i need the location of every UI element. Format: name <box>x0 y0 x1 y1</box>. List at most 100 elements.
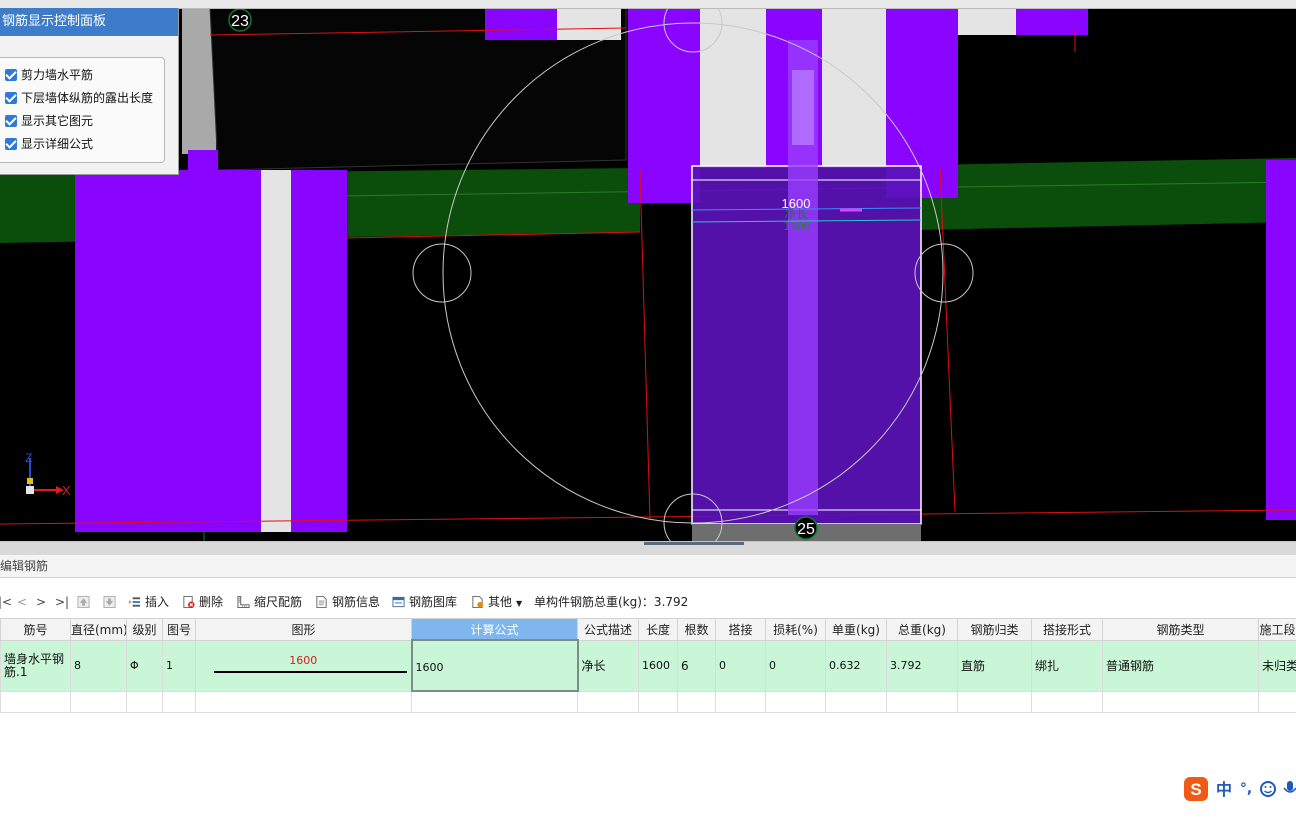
delete-icon <box>183 595 195 609</box>
cell-total-weight[interactable]: 3.792 <box>886 639 958 692</box>
shape-dimension[interactable]: 1600 <box>197 654 411 667</box>
sogou-ime-icon[interactable]: S 中 °, <box>1182 776 1296 802</box>
cell-count[interactable]: 6 <box>677 639 716 692</box>
rebar-library-button[interactable]: 钢筋图库 <box>392 590 457 614</box>
rebar-display-control-panel: 钢筋显示控制面板 剪力墙水平筋 下层墙体纵筋的露出长度 显示其它图元 显示详细公… <box>0 8 179 175</box>
cell-figure-no[interactable]: 1 <box>162 639 196 692</box>
col-bar-name[interactable]: 筋号 <box>0 618 71 641</box>
col-diameter[interactable]: 直径(mm) <box>70 618 127 641</box>
chevron-down-icon: ▼ <box>516 599 523 608</box>
nav-last-button[interactable]: >| <box>55 590 69 614</box>
wall-center-grey2 <box>822 8 886 168</box>
checkbox-checked[interactable] <box>5 115 17 127</box>
col-lap[interactable]: 搭接 <box>715 618 766 641</box>
rotation-handle-left <box>412 243 472 303</box>
option-shear-wall-horizontal[interactable]: 剪力墙水平筋 <box>5 66 93 84</box>
col-loss[interactable]: 损耗(%) <box>765 618 826 641</box>
splitter-grip[interactable] <box>644 542 744 545</box>
col-category[interactable]: 钢筋归类 <box>957 618 1032 641</box>
delete-button[interactable]: 删除 <box>182 590 223 614</box>
wall-center-grey1 <box>700 8 766 168</box>
cell-stage[interactable]: 未归类 <box>1258 639 1296 692</box>
svg-text:S: S <box>1190 780 1201 799</box>
other-icon <box>472 595 484 609</box>
ime-toolbar[interactable]: S 中 °, <box>1182 776 1296 802</box>
cell-lap[interactable]: 0 <box>715 639 766 692</box>
col-total-weight[interactable]: 总重(kg) <box>886 618 958 641</box>
move-up-icon <box>77 595 90 609</box>
edit-rebar-title: 编辑钢筋 <box>0 555 1296 578</box>
rebar-table: 筋号 直径(mm) 级别 图号 图形 计算公式 公式描述 长度 根数 搭接 损耗… <box>0 618 1296 713</box>
col-length[interactable]: 长度 <box>638 618 678 641</box>
cell-bar-name[interactable]: 墙身水平钢筋.1 <box>0 639 71 692</box>
move-up-button[interactable] <box>77 590 94 614</box>
ruler-rebar-button[interactable]: 缩尺配筋 <box>237 590 302 614</box>
cell-formula[interactable]: 1600 <box>410 639 579 692</box>
checkbox-checked[interactable] <box>5 138 17 150</box>
cell-diameter[interactable]: 8 <box>70 639 127 692</box>
cell-shape[interactable]: 1600 <box>195 639 412 692</box>
table-row[interactable]: 墙身水平钢筋.1 8 Φ 1 1600 1600 净长 1600 6 0 0 0… <box>0 639 1296 692</box>
wall-center-left <box>628 8 700 203</box>
move-down-icon <box>103 595 116 609</box>
rebar-3d-scene[interactable]: 23 25 1600 净长 1600 <box>0 0 1296 541</box>
dim-text-bottom: 1600 <box>784 219 811 233</box>
checkbox-checked[interactable] <box>5 69 17 81</box>
rebar-info-button[interactable]: 钢筋信息 <box>315 590 380 614</box>
cell-loss[interactable]: 0 <box>765 639 826 692</box>
col-count[interactable]: 根数 <box>677 618 716 641</box>
wall-right <box>1266 160 1296 520</box>
emoji-icon <box>1260 781 1276 797</box>
wall-left-2 <box>291 170 347 532</box>
option-lower-wall-exposed-length[interactable]: 下层墙体纵筋的露出长度 <box>5 89 153 107</box>
library-icon <box>392 596 405 608</box>
other-dropdown-button[interactable]: 其他 ▼ <box>471 590 522 614</box>
checkbox-checked[interactable] <box>5 92 17 104</box>
microphone-icon <box>1287 781 1293 791</box>
col-formula-desc[interactable]: 公式描述 <box>577 618 639 641</box>
nav-next-button[interactable]: > <box>36 590 46 614</box>
col-rebar-type[interactable]: 钢筋类型 <box>1102 618 1259 641</box>
viewport-top-edge <box>0 0 1296 9</box>
col-stage[interactable]: 施工段 <box>1258 618 1296 641</box>
control-panel-title[interactable]: 钢筋显示控制面板 <box>0 8 178 36</box>
col-unit-weight[interactable]: 单重(kg) <box>825 618 887 641</box>
svg-text:°,: °, <box>1240 781 1252 797</box>
col-shape[interactable]: 图形 <box>195 618 412 641</box>
cell-unit-weight[interactable]: 0.632 <box>825 639 887 692</box>
cell-formula-desc[interactable]: 净长 <box>577 639 639 692</box>
insert-icon <box>128 597 141 607</box>
svg-text:Z: Z <box>25 452 32 465</box>
cell-lap-type[interactable]: 绑扎 <box>1031 639 1103 692</box>
nav-prev-button[interactable]: < <box>17 590 27 614</box>
wall-top-a <box>485 8 557 40</box>
axis-gizmo: Z X <box>25 452 71 498</box>
ruler-icon <box>237 595 250 609</box>
document-icon <box>316 595 327 609</box>
col-figure-no[interactable]: 图号 <box>162 618 196 641</box>
wall-top-c <box>958 8 1016 35</box>
wall-left-grey <box>261 170 291 532</box>
panel-splitter[interactable] <box>0 541 1296 556</box>
total-weight-label: 单构件钢筋总重(kg)：3.792 <box>534 595 689 609</box>
beam-right <box>920 158 1296 230</box>
3d-viewport[interactable]: 23 25 1600 净长 1600 Z X 钢筋显示控制面板 剪力墙水平筋 下… <box>0 0 1296 541</box>
col-grade[interactable]: 级别 <box>126 618 163 641</box>
col-lap-type[interactable]: 搭接形式 <box>1031 618 1103 641</box>
option-show-other-elements[interactable]: 显示其它图元 <box>5 112 93 130</box>
table-header-row: 筋号 直径(mm) 级别 图号 图形 计算公式 公式描述 长度 根数 搭接 损耗… <box>0 618 1296 641</box>
rebar-stripe-light <box>792 70 814 145</box>
nav-first-button[interactable]: |< <box>0 590 12 614</box>
cell-length[interactable]: 1600 <box>638 639 678 692</box>
col-formula[interactable]: 计算公式 <box>411 618 578 641</box>
control-panel-options: 剪力墙水平筋 下层墙体纵筋的露出长度 显示其它图元 显示详细公式 <box>0 57 165 163</box>
insert-button[interactable]: 插入 <box>128 590 169 614</box>
option-show-detailed-formula[interactable]: 显示详细公式 <box>5 135 93 153</box>
rebar-toolbar: |< < > >| 插入 删除 缩尺配筋 钢筋信息 钢筋图库 其他 ▼ 单构件钢筋… <box>0 590 1296 614</box>
table-row-empty[interactable] <box>0 690 1296 713</box>
cell-grade[interactable]: Φ <box>126 639 163 692</box>
cell-rebar-type[interactable]: 普通钢筋 <box>1102 639 1259 692</box>
move-down-button[interactable] <box>103 590 120 614</box>
grid-marker-23: 23 <box>231 13 249 30</box>
cell-category[interactable]: 直筋 <box>957 639 1032 692</box>
